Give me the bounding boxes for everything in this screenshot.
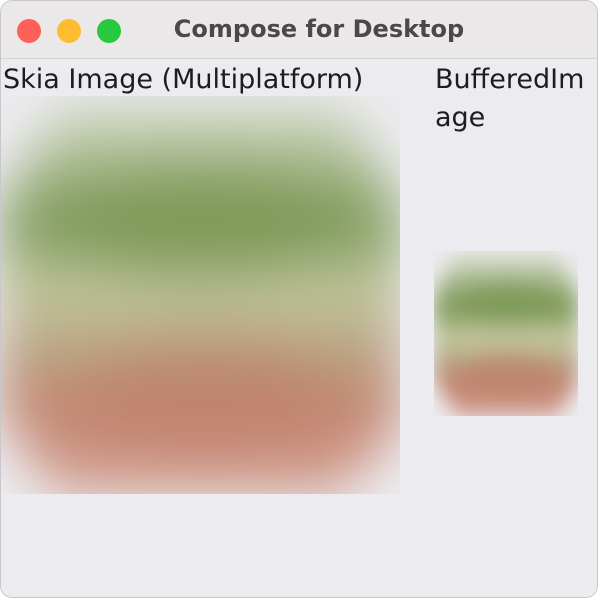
skia-image xyxy=(1,96,400,494)
blurred-photo-image xyxy=(1,96,400,494)
buffered-image xyxy=(434,251,578,416)
title-bar[interactable]: Compose for Desktop xyxy=(1,1,597,59)
buffered-image-label: BufferedImage xyxy=(435,64,585,133)
app-window: Compose for Desktop Skia Image (Multipla… xyxy=(0,0,598,598)
skia-image-label: Skia Image (Multiplatform) xyxy=(3,64,364,95)
window-title: Compose for Desktop xyxy=(173,15,465,43)
blurred-photo-image xyxy=(434,251,578,416)
window-content: Skia Image (Multiplatform) BufferedImage xyxy=(1,59,597,597)
